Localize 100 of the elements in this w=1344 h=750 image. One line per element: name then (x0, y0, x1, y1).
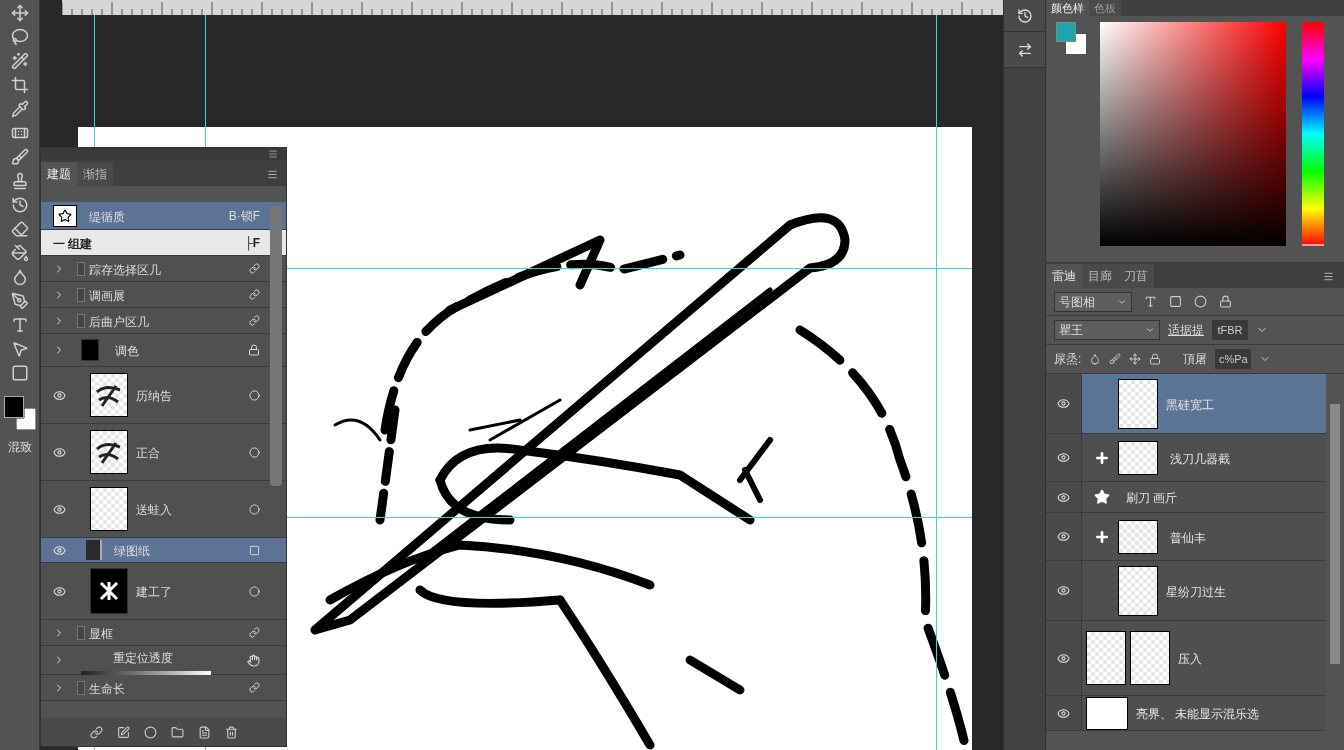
foreground-color-swatch[interactable] (1056, 22, 1076, 42)
layer-checkbox[interactable] (77, 287, 85, 302)
opacity-field[interactable]: tFBR (1212, 320, 1248, 340)
folder-icon[interactable] (170, 725, 184, 739)
square-icon (249, 544, 260, 556)
link-icon[interactable] (89, 725, 103, 739)
visibility-eye-icon[interactable] (1057, 706, 1070, 720)
visibility-eye-icon[interactable] (1057, 651, 1070, 665)
pipette-icon[interactable] (10, 100, 29, 118)
layer-name: 历纳告 (136, 389, 172, 403)
crop-icon[interactable] (10, 76, 29, 94)
visibility-eye-icon[interactable] (53, 543, 66, 557)
link-icon (249, 627, 260, 638)
layer-name: 调色 (115, 344, 139, 358)
layer-row[interactable]: 刷刀 画斤 (1082, 482, 1326, 512)
layer-thumbnail (1086, 696, 1128, 730)
layer-row[interactable]: 绿图纸 (41, 538, 286, 563)
layer-row[interactable]: 黑硅宽工 (1082, 374, 1326, 433)
panel-menu-icon[interactable] (267, 169, 278, 180)
fill-label: 頂屠 (1183, 351, 1208, 368)
layer-name: 生命长 (89, 681, 125, 696)
foreground-color-swatch[interactable] (3, 396, 24, 418)
panel-tab[interactable]: 刀苜 (1118, 264, 1154, 288)
scrollbar[interactable] (270, 206, 282, 486)
layer-row[interactable]: 一 组建 ├F (41, 230, 286, 256)
visibility-eye-icon[interactable] (53, 388, 66, 402)
layer-name: 一 组建 (53, 236, 93, 251)
layer-thumbnail (81, 339, 99, 361)
lock-label: 尿烝: (1054, 351, 1082, 368)
link-icon (249, 263, 260, 274)
filter-icon[interactable] (1169, 295, 1182, 308)
visibility-eye-icon[interactable] (1057, 397, 1070, 410)
star-icon (1094, 489, 1110, 505)
history-brush-icon[interactable] (10, 196, 29, 214)
swap-button[interactable] (1004, 32, 1045, 68)
panel-menu-icon[interactable] (1323, 271, 1334, 282)
visibility-eye-icon[interactable] (53, 584, 66, 598)
lasso-icon[interactable] (10, 28, 29, 46)
history-button[interactable] (1004, 0, 1045, 32)
rectangle-icon[interactable] (10, 364, 29, 382)
layer-row[interactable]: 生命长 (41, 675, 286, 701)
layer-name: 正合 (136, 446, 160, 460)
visibility-eye-icon[interactable] (1057, 530, 1070, 543)
panel-tab[interactable]: 目廊 (1082, 264, 1118, 288)
layer-row[interactable]: 缇循质 B·锁F (41, 202, 286, 230)
link-icon (249, 315, 260, 326)
layer-row[interactable]: 亮界、 未能显示混乐选 (1082, 696, 1326, 730)
layer-row[interactable]: 浅刀几器截 (1082, 434, 1326, 481)
eraser-icon[interactable] (10, 220, 29, 238)
layer-checkbox[interactable] (77, 680, 85, 695)
filter-icon[interactable] (1194, 295, 1207, 308)
pen-icon[interactable] (10, 292, 29, 310)
visibility-eye-icon[interactable] (53, 445, 66, 459)
layer-name: 建工了 (136, 585, 172, 599)
layer-thumbnail (53, 204, 77, 227)
background-color-swatch[interactable] (15, 408, 36, 430)
hand-icon (247, 653, 260, 667)
visibility-eye-icon[interactable] (53, 502, 66, 516)
filter-icon[interactable] (1219, 295, 1232, 308)
blend-mode-dropdown[interactable]: 瞿王 (1054, 320, 1160, 340)
layer-name: 压入 (1178, 652, 1202, 666)
color-field[interactable] (1100, 22, 1286, 246)
swatch-label: 混致 (7, 439, 32, 456)
filter-dropdown[interactable]: 号图相 (1054, 291, 1132, 312)
layer-row[interactable]: 压入 (1082, 621, 1326, 695)
layer-name: 显框 (89, 626, 113, 641)
layer-checkbox[interactable] (77, 261, 85, 276)
background-color-swatch[interactable] (1066, 34, 1086, 54)
visibility-eye-icon[interactable] (1057, 584, 1070, 597)
stamp-icon[interactable] (10, 172, 29, 190)
type-icon[interactable] (10, 316, 29, 334)
filter-icon[interactable] (1144, 295, 1157, 308)
panel-tab[interactable]: 建题 (41, 162, 77, 186)
panel-tab[interactable]: 雷迪 (1046, 264, 1082, 288)
swap-arrows-icon (1016, 41, 1033, 58)
layer-checkbox[interactable] (77, 625, 85, 640)
paint-bucket-icon[interactable] (10, 244, 29, 262)
layer-row[interactable]: 星纷刀过生 (1082, 561, 1326, 620)
hue-slider[interactable] (1302, 22, 1324, 246)
wand-icon[interactable] (10, 52, 29, 70)
layer-name: 刷刀 画斤 (1126, 491, 1178, 505)
scrollbar[interactable] (1330, 404, 1340, 664)
fill-field[interactable]: c%Pa (1215, 349, 1252, 369)
move-icon[interactable] (10, 4, 29, 22)
visibility-eye-icon[interactable] (1057, 451, 1070, 464)
layer-thumbnail (1118, 378, 1158, 429)
mask-thumbnail (1130, 631, 1170, 685)
layer-name: 星纷刀过生 (1166, 584, 1226, 599)
visibility-eye-icon[interactable] (1057, 490, 1070, 504)
panel-tab[interactable]: 颜色样 (1046, 0, 1089, 16)
layer-thumbnail (1118, 440, 1158, 475)
gradient-bar[interactable] (81, 670, 211, 676)
panel-tab[interactable]: 渐指 (77, 162, 113, 186)
delete-icon[interactable] (224, 725, 238, 739)
brush-icon[interactable] (10, 148, 29, 166)
layer-row[interactable]: 普仙丰 (1082, 513, 1326, 560)
layer-name: 后曲户区几 (89, 314, 149, 329)
layer-checkbox[interactable] (77, 313, 85, 328)
pointer-icon[interactable] (10, 340, 29, 358)
layer-name: 绿图纸 (114, 544, 150, 558)
